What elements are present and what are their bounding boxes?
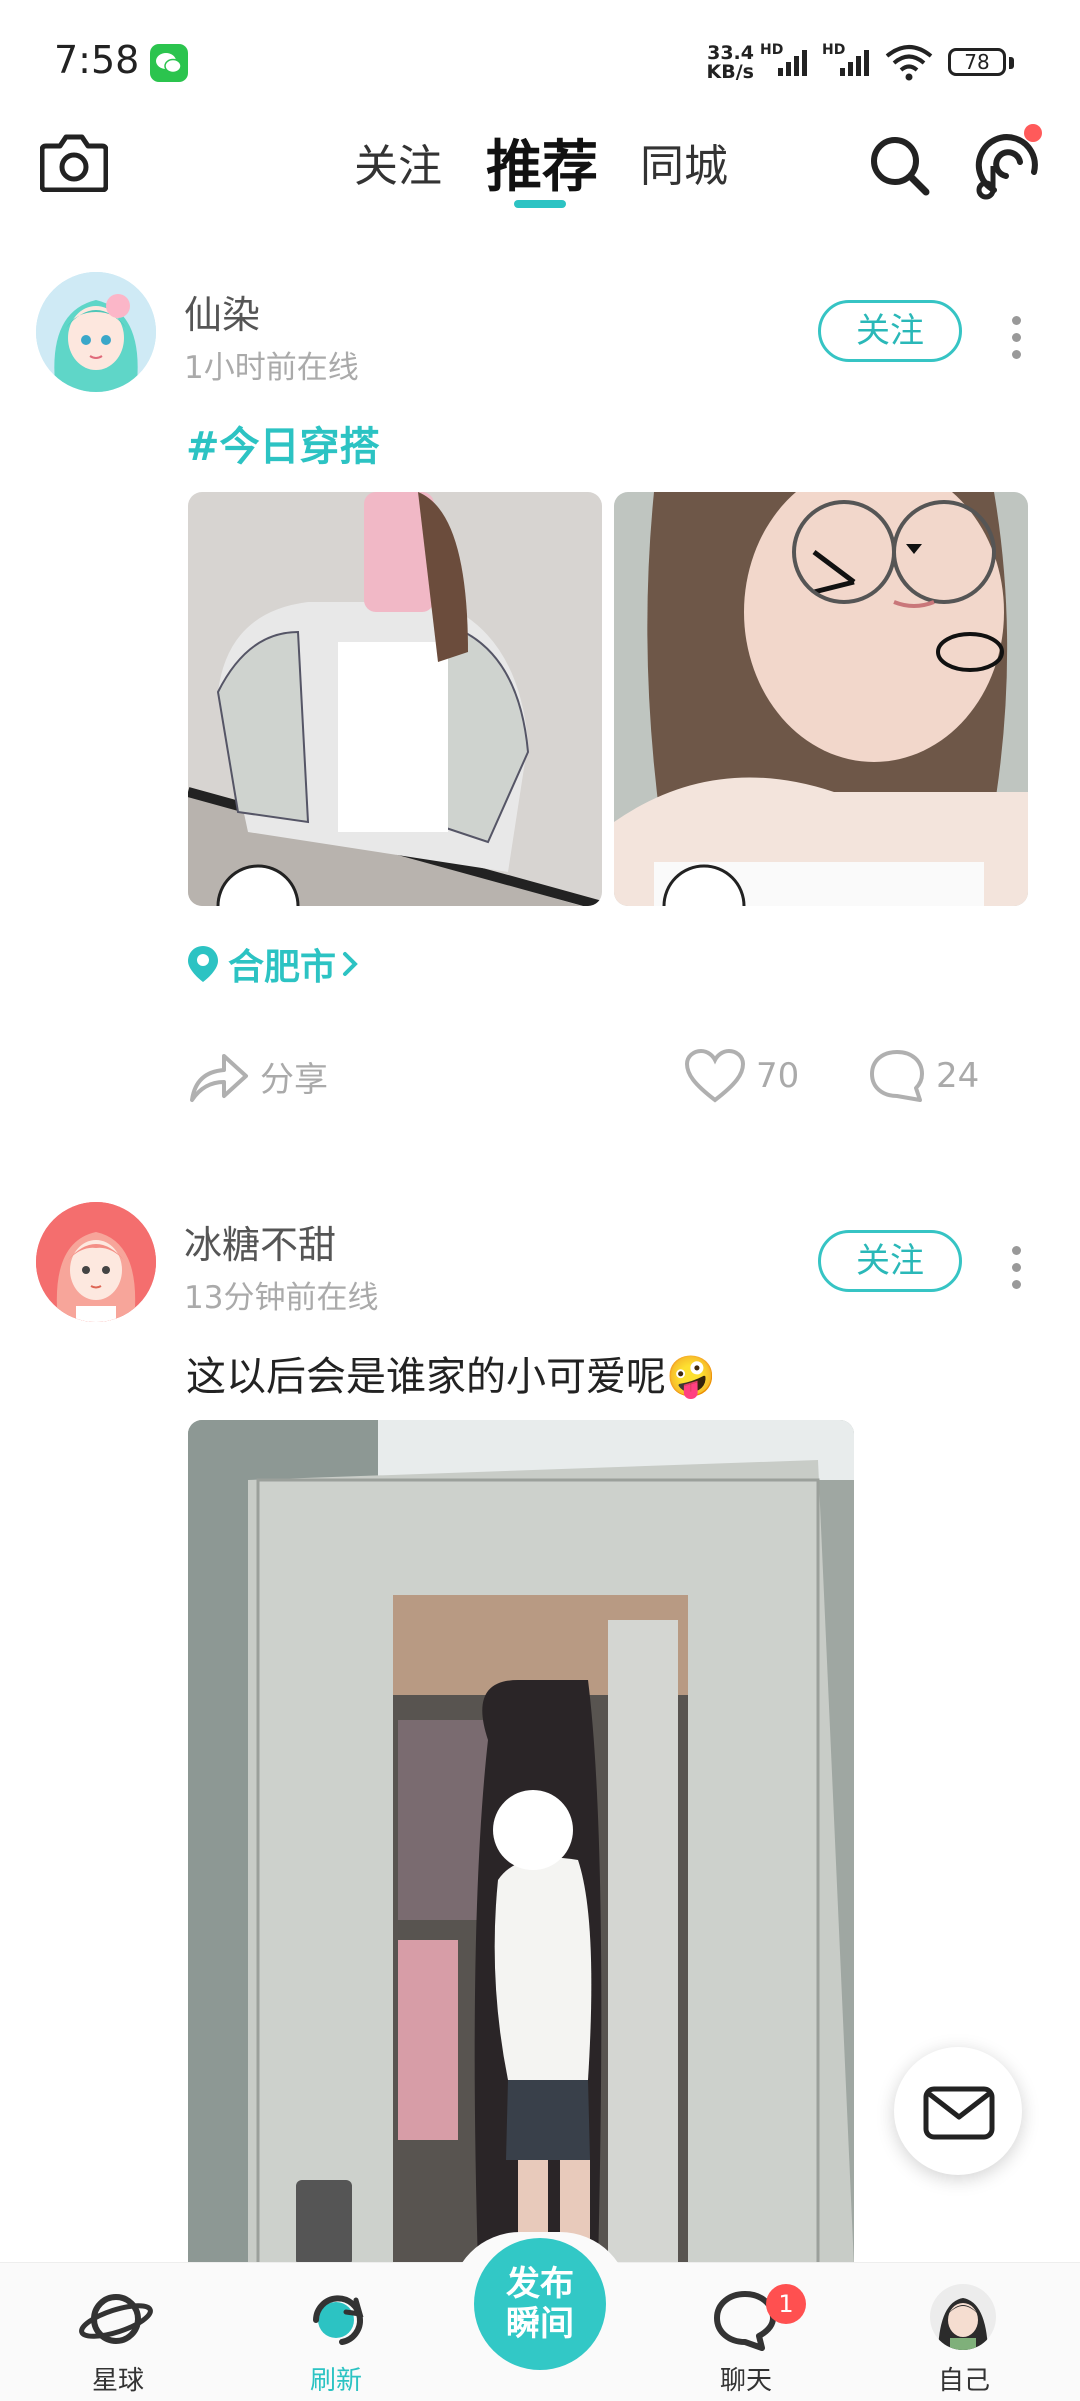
nav-label-chat[interactable]: 聊天 (686, 2360, 806, 2397)
wifi-icon (884, 44, 934, 86)
post-image[interactable] (188, 492, 602, 906)
planet-icon (79, 2294, 153, 2344)
like-count: 70 (756, 1056, 800, 1096)
post-username[interactable]: 仙染 (184, 284, 260, 339)
avatar[interactable] (36, 1202, 156, 1322)
comment-button[interactable]: 24 (868, 1048, 979, 1104)
post-location[interactable]: 合肥市 (186, 938, 360, 990)
post-text: 这以后会是谁家的小可爱呢🤪 (186, 1354, 716, 1400)
post-username[interactable]: 冰糖不甜 (184, 1214, 336, 1269)
heart-icon (684, 1048, 746, 1103)
message-fab[interactable] (894, 2047, 1022, 2175)
avatar[interactable] (930, 2284, 996, 2350)
signal-icon-sim2: HD (822, 42, 874, 84)
publish-label-line1: 发布 (506, 2264, 574, 2304)
publish-moment-button[interactable]: 发布 瞬间 (474, 2238, 606, 2370)
follow-button[interactable]: 关注 (818, 1230, 962, 1292)
nav-label-me[interactable]: 自己 (904, 2360, 1024, 2397)
network-speed-unit: KB/s (706, 61, 754, 83)
more-options-icon[interactable] (1012, 1246, 1022, 1297)
refresh-icon (313, 2295, 364, 2345)
location-label: 合肥市 (228, 947, 337, 988)
online-status: 1小时前在线 (184, 350, 359, 386)
comment-icon (870, 1050, 924, 1102)
publish-label-line2: 瞬间 (506, 2304, 574, 2344)
nav-planet[interactable] (78, 2286, 154, 2356)
tab-same-city[interactable]: 同城 (640, 130, 728, 194)
tab-recommended[interactable]: 推荐 (486, 122, 598, 203)
location-pin-icon (188, 946, 218, 982)
battery-indicator: 78 (948, 48, 1006, 76)
active-tab-indicator (514, 200, 566, 208)
signal-icon-sim1: HD (760, 42, 812, 84)
music-radar-icon[interactable] (972, 132, 1044, 204)
camera-icon[interactable] (39, 132, 109, 196)
avatar[interactable] (36, 272, 156, 392)
share-label: 分享 (260, 1059, 328, 1100)
hd-label: HD (760, 42, 784, 58)
notification-dot (1024, 124, 1042, 142)
hd-label: HD (822, 42, 846, 58)
like-button[interactable]: 70 (684, 1048, 799, 1104)
battery-tip (1009, 57, 1014, 69)
nav-label-planet[interactable]: 星球 (58, 2360, 178, 2397)
post-image[interactable] (188, 1420, 854, 2266)
more-options-icon[interactable] (1012, 316, 1022, 367)
post-hashtag[interactable]: #今日穿搭 (186, 414, 380, 472)
share-button[interactable]: 分享 (188, 1048, 328, 1104)
comment-count: 24 (936, 1056, 980, 1096)
post-image[interactable] (614, 492, 1028, 906)
wechat-notification-icon (150, 44, 188, 82)
network-speed: 33.4 KB/s (706, 44, 754, 82)
follow-button[interactable]: 关注 (818, 300, 962, 362)
nav-label-refresh[interactable]: 刷新 (276, 2360, 396, 2397)
online-status: 13分钟前在线 (184, 1280, 379, 1316)
nav-refresh[interactable] (302, 2286, 374, 2358)
status-time: 7:58 (54, 38, 140, 82)
chevron-right-icon (343, 952, 358, 976)
tab-following[interactable]: 关注 (354, 130, 442, 194)
mail-icon (923, 2086, 995, 2140)
search-icon[interactable] (868, 134, 932, 202)
chat-unread-badge: 1 (766, 2284, 806, 2324)
share-icon (190, 1054, 248, 1102)
